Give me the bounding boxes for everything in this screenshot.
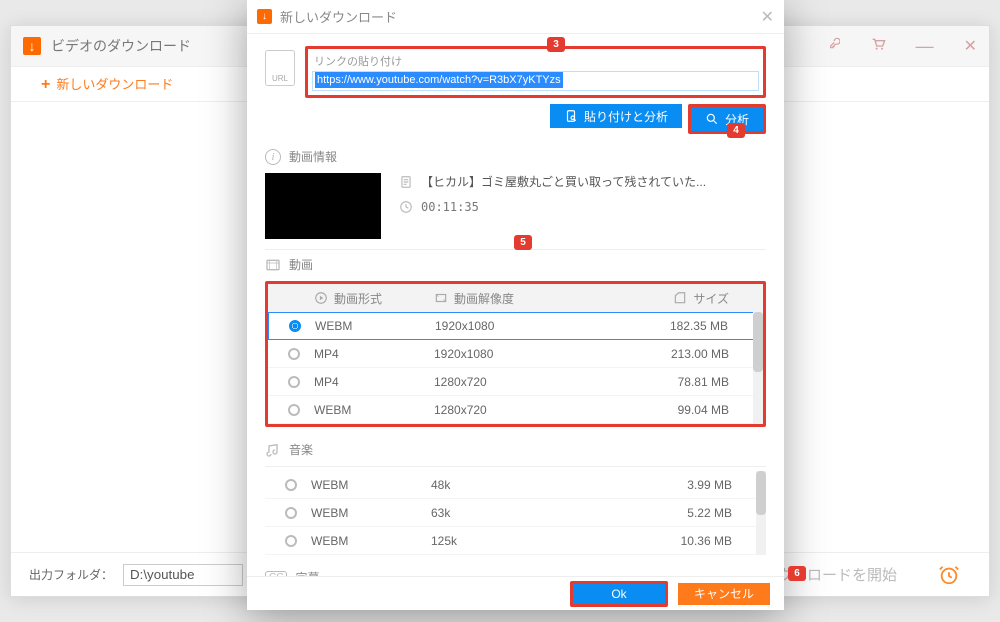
ok-button[interactable]: Ok — [573, 584, 665, 604]
annotation-4: 4 — [727, 123, 745, 138]
cell-size: 78.81 MB — [613, 375, 743, 389]
cell-resolution: 1280x720 — [434, 403, 613, 417]
cell-format: WEBM — [315, 319, 435, 333]
dialog-logo-icon: ↓ — [257, 9, 272, 24]
radio-icon[interactable] — [285, 479, 297, 491]
cell-resolution: 1920x1080 — [435, 319, 612, 333]
clock-icon — [399, 200, 413, 214]
video-info-header: 動画情報 — [289, 148, 337, 165]
format-icon — [314, 291, 328, 305]
close-icon[interactable]: ✕ — [964, 36, 977, 57]
video-thumbnail — [265, 173, 381, 239]
video-row[interactable]: MP4 1920x1080 213.00 MB — [268, 340, 763, 368]
cell-format: WEBM — [314, 403, 434, 417]
paste-and-analyze-button[interactable]: 貼り付けと分析 — [550, 104, 682, 128]
scroll-thumb[interactable] — [753, 312, 763, 372]
audio-section-header: 音楽 — [289, 441, 313, 458]
cell-size: 213.00 MB — [613, 347, 743, 361]
radio-icon[interactable] — [288, 404, 300, 416]
size-icon — [673, 291, 687, 305]
video-title: 【ヒカル】ゴミ屋敷丸ごと買い取って残されていた... — [421, 173, 706, 190]
annotation-6: 6 — [788, 566, 806, 581]
cell-size: 99.04 MB — [613, 403, 743, 417]
cell-format: WEBM — [311, 506, 431, 520]
audio-row[interactable]: WEBM 125k 10.36 MB — [265, 527, 766, 555]
key-icon[interactable] — [826, 36, 840, 57]
output-folder-input[interactable] — [123, 564, 243, 586]
audio-scrollbar[interactable] — [756, 471, 766, 555]
dialog-close-icon[interactable]: ✕ — [761, 7, 774, 27]
cell-bitrate: 48k — [431, 478, 616, 492]
cell-format: MP4 — [314, 347, 434, 361]
document-icon — [399, 175, 413, 189]
col-resolution: 動画解像度 — [454, 290, 514, 307]
paste-link-label: リンクの貼り付け — [314, 53, 759, 69]
app-title: ビデオのダウンロード — [51, 36, 191, 56]
video-scrollbar[interactable] — [753, 312, 763, 424]
alarm-icon[interactable] — [927, 553, 971, 597]
cell-bitrate: 63k — [431, 506, 616, 520]
video-duration: 00:11:35 — [421, 200, 479, 214]
audio-row[interactable]: WEBM 63k 5.22 MB — [265, 499, 766, 527]
dialog-title: 新しいダウンロード — [280, 7, 397, 26]
cell-bitrate: 125k — [431, 534, 616, 548]
cell-size: 3.99 MB — [616, 478, 746, 492]
col-format: 動画形式 — [334, 290, 382, 307]
col-size: サイズ — [693, 290, 729, 307]
audio-row[interactable]: WEBM 48k 3.99 MB — [265, 471, 766, 499]
video-icon — [265, 257, 281, 273]
annotation-5: 5 — [514, 235, 532, 250]
new-download-dialog: ↓ 新しいダウンロード ✕ URL リンクの貼り付け https://www.y… — [247, 0, 784, 610]
video-row[interactable]: WEBM 1280x720 99.04 MB — [268, 396, 763, 424]
music-icon — [265, 442, 281, 458]
cell-format: WEBM — [311, 478, 431, 492]
cell-format: MP4 — [314, 375, 434, 389]
new-download-button[interactable]: 新しいダウンロード — [41, 74, 173, 94]
radio-icon[interactable] — [285, 535, 297, 547]
cell-size: 10.36 MB — [616, 534, 746, 548]
radio-icon[interactable] — [285, 507, 297, 519]
cell-resolution: 1280x720 — [434, 375, 613, 389]
radio-icon[interactable] — [288, 348, 300, 360]
output-folder-label: 出力フォルダ： — [29, 566, 113, 583]
radio-icon[interactable] — [288, 376, 300, 388]
radio-icon[interactable] — [289, 320, 301, 332]
url-icon: URL — [265, 50, 295, 86]
paste-analyze-label: 貼り付けと分析 — [584, 108, 668, 125]
cart-icon[interactable] — [870, 36, 886, 57]
app-logo-icon: ↓ — [23, 37, 41, 55]
url-selected-text: https://www.youtube.com/watch?v=R3bX7yKT… — [315, 72, 563, 88]
scroll-thumb[interactable] — [756, 471, 766, 515]
subtitle-section-header: 字幕 — [295, 569, 319, 576]
annotation-3: 3 — [547, 37, 565, 52]
cell-resolution: 1920x1080 — [434, 347, 613, 361]
cell-format: WEBM — [311, 534, 431, 548]
cell-size: 5.22 MB — [616, 506, 746, 520]
cancel-label: キャンセル — [694, 585, 754, 602]
minimize-icon[interactable]: — — [916, 36, 934, 57]
cell-size: 182.35 MB — [612, 319, 742, 333]
cancel-button[interactable]: キャンセル — [678, 583, 770, 605]
video-section-header: 動画 — [289, 256, 313, 273]
video-row[interactable]: WEBM 1920x1080 182.35 MB — [268, 312, 763, 340]
ok-label: Ok — [611, 587, 626, 601]
resolution-icon — [434, 291, 448, 305]
video-row[interactable]: MP4 1280x720 78.81 MB — [268, 368, 763, 396]
info-icon: i — [265, 149, 281, 165]
